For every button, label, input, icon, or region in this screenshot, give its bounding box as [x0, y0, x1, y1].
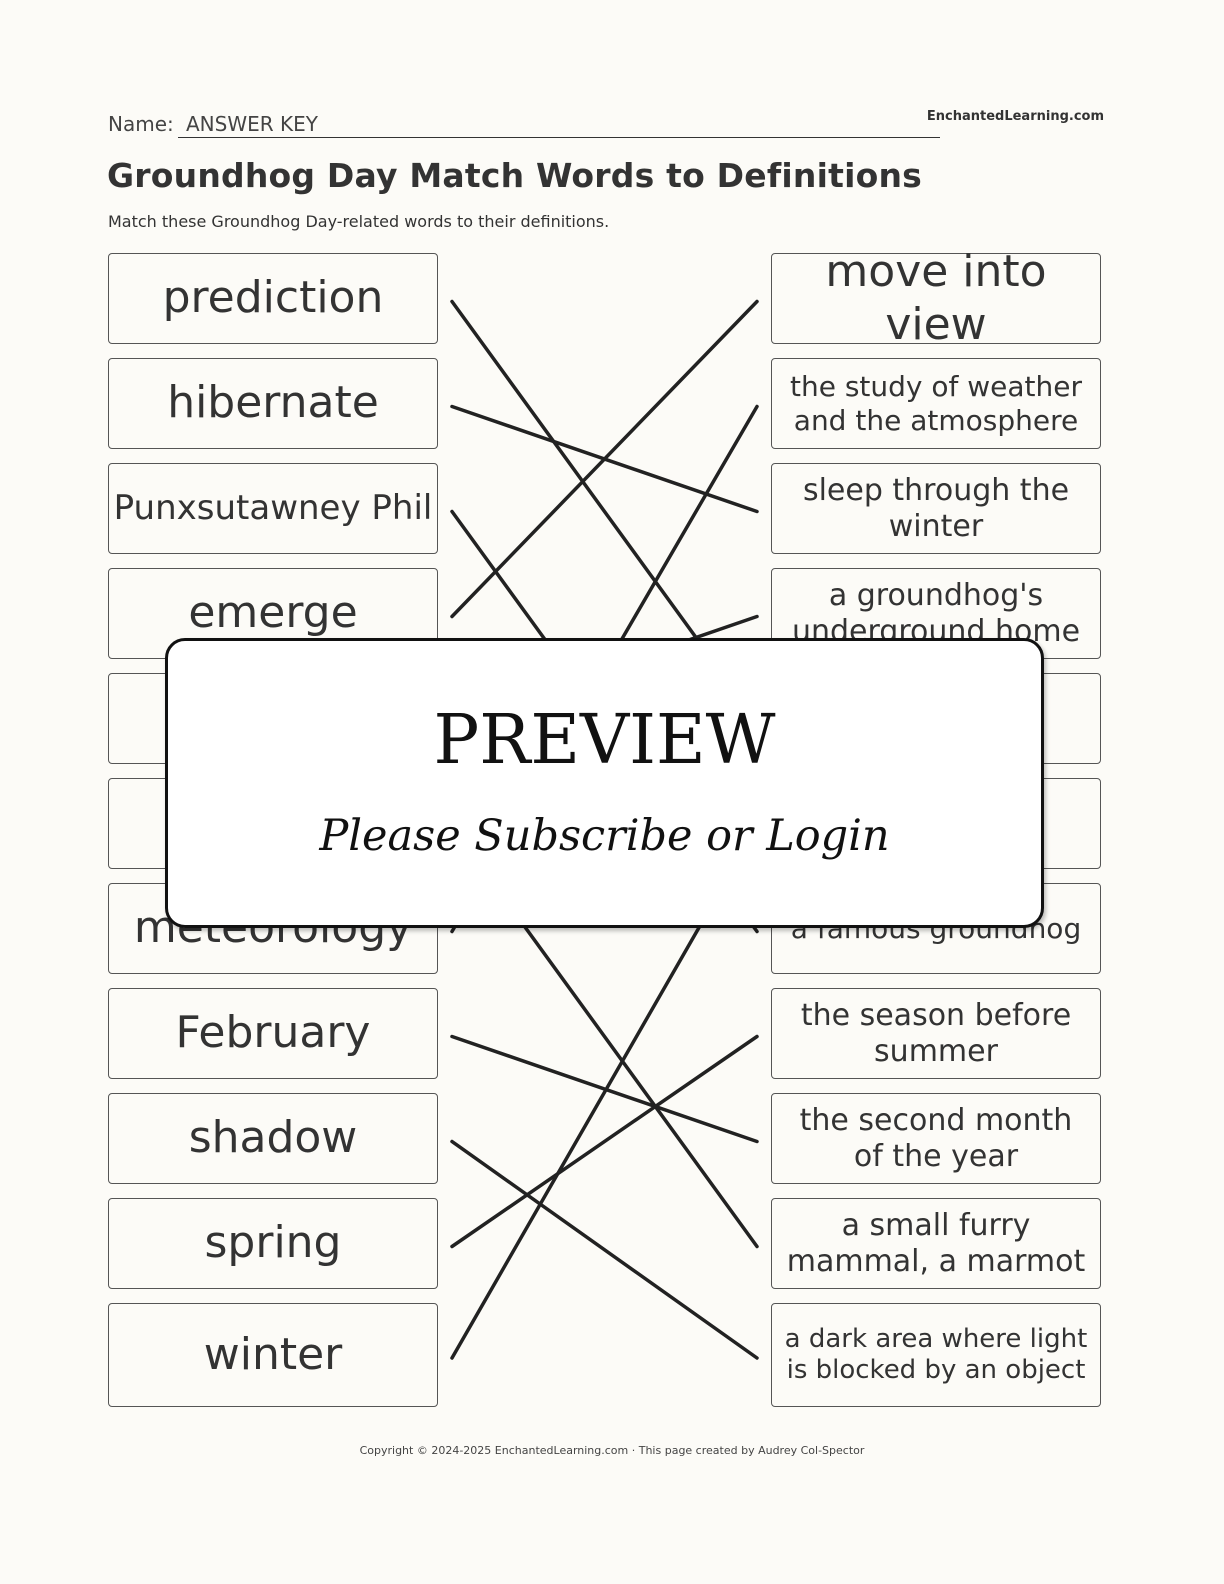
definition-box: a small furry mammal, a marmot	[771, 1198, 1101, 1289]
copyright-footer: Copyright © 2024-2025 EnchantedLearning.…	[359, 1444, 865, 1457]
word-text: February	[175, 1007, 371, 1059]
word-box: winter	[108, 1303, 438, 1407]
word-box: spring	[108, 1198, 438, 1289]
word-box: prediction	[108, 253, 438, 344]
word-text: spring	[204, 1217, 342, 1269]
definition-box: the second month of the year	[771, 1093, 1101, 1184]
definition-box: sleep through the winter	[771, 463, 1101, 554]
word-text: prediction	[162, 272, 384, 324]
word-box: February	[108, 988, 438, 1079]
definition-text: move into view	[825, 245, 1047, 350]
word-text: shadow	[188, 1112, 358, 1164]
definition-text: the study of weather and the atmosphere	[789, 369, 1083, 437]
definition-box: the season before summer	[771, 988, 1101, 1079]
definition-text: the season before summer	[800, 997, 1072, 1069]
word-box: Punxsutawney Phil	[108, 463, 438, 554]
definition-text: the second month of the year	[799, 1102, 1073, 1174]
word-text: hibernate	[167, 377, 379, 429]
word-text: winter	[203, 1328, 343, 1380]
definition-text: a small furry mammal, a marmot	[786, 1207, 1086, 1279]
subscribe-login-prompt[interactable]: Please Subscribe or Login	[168, 811, 1041, 861]
preview-title: PREVIEW	[433, 701, 776, 780]
definition-box: a dark area where light is blocked by an…	[771, 1303, 1101, 1407]
match-line	[450, 1034, 759, 1249]
word-text: Punxsutawney Phil	[113, 488, 433, 529]
match-line	[450, 299, 759, 619]
preview-overlay[interactable]: PREVIEW Please Subscribe or Login	[165, 638, 1044, 928]
definition-text: sleep through the winter	[802, 472, 1070, 544]
word-box: shadow	[108, 1093, 438, 1184]
definition-text: a dark area where light is blocked by an…	[784, 1323, 1088, 1385]
word-box: hibernate	[108, 358, 438, 449]
worksheet-page: Name: ANSWER KEY EnchantedLearning.com G…	[0, 0, 1224, 1584]
definition-box: the study of weather and the atmosphere	[771, 358, 1101, 449]
match-line	[450, 1139, 759, 1360]
word-text: emerge	[188, 587, 358, 639]
definition-box: move into view	[771, 246, 1101, 350]
